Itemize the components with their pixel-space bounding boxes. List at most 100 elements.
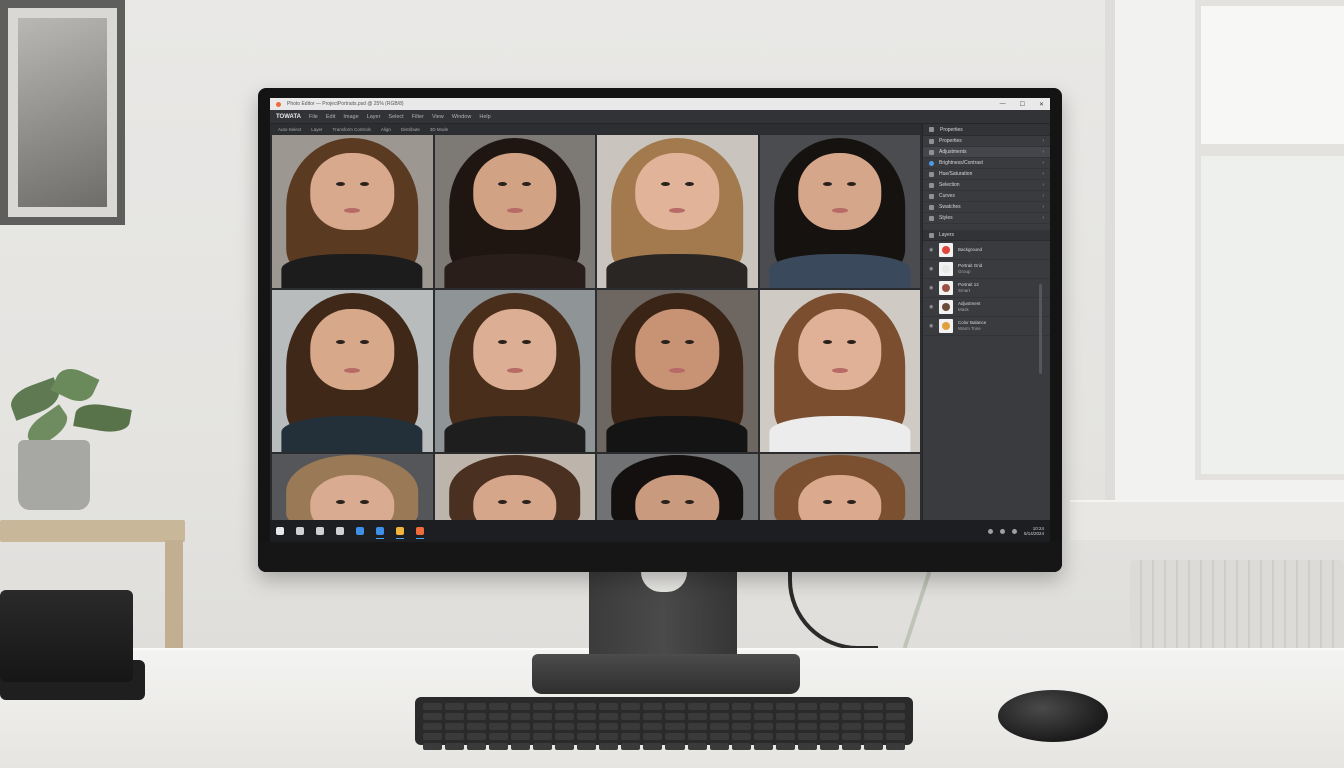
mail-icon[interactable] (376, 527, 384, 539)
menu-item-help[interactable]: Help (479, 114, 490, 120)
keyboard-key (467, 703, 487, 710)
portrait-lips (831, 367, 848, 373)
menu-item-file[interactable]: File (309, 114, 318, 120)
panel-scrollbar[interactable] (1039, 284, 1042, 374)
keyboard-key (863, 733, 883, 740)
keyboard-key (841, 723, 861, 730)
portrait-thumbnail[interactable] (434, 290, 595, 452)
layer-row[interactable]: ◉ Color Balance Warm Tone (923, 317, 1050, 336)
portrait-thumbnail[interactable] (597, 290, 758, 452)
keyboard-key (841, 743, 861, 750)
menu-item-filter[interactable]: Filter (412, 114, 424, 120)
menu-item-view[interactable]: View (432, 114, 444, 120)
portrait-thumbnail[interactable] (434, 454, 595, 520)
menu-item-select[interactable]: Select (388, 114, 403, 120)
volume-icon[interactable] (999, 528, 1005, 534)
layer-thumbnail-content (942, 303, 950, 311)
minimize-button[interactable]: — (1000, 101, 1006, 108)
layer-subtitle: Group (958, 269, 971, 274)
wall-picture (18, 18, 107, 207)
visibility-eye-icon[interactable]: ◉ (929, 247, 934, 253)
keyboard-key (533, 713, 553, 720)
panel-menu-icon[interactable] (929, 127, 934, 132)
keyboard-key (599, 743, 619, 750)
keyboard-key (885, 713, 905, 720)
portrait-thumbnail[interactable] (597, 135, 758, 288)
menu-item-layer[interactable]: Layer (367, 114, 381, 120)
portrait-thumbnail[interactable] (272, 454, 433, 520)
option-transform-controls[interactable]: Transform Controls (333, 127, 371, 132)
panel-row[interactable]: Styles › (923, 213, 1050, 224)
clock[interactable]: 10:24 5/14/2024 (1024, 526, 1044, 537)
portrait-thumbnail[interactable] (272, 290, 433, 452)
visibility-eye-icon[interactable]: ◉ (929, 266, 934, 272)
keyboard-key (467, 723, 487, 730)
portrait-thumbnail[interactable] (434, 135, 595, 288)
keyboard-key (423, 733, 443, 740)
keyboard-key (753, 703, 773, 710)
keyboard-key (709, 703, 729, 710)
network-icon[interactable] (987, 528, 993, 534)
panel-row[interactable]: Selection › (923, 180, 1050, 191)
taskbar: 10:24 5/14/2024 (270, 520, 1050, 542)
option-align[interactable]: Align (381, 127, 391, 132)
visibility-eye-icon[interactable]: ◉ (929, 304, 934, 310)
clock-date: 5/14/2024 (1023, 531, 1044, 536)
search-icon[interactable] (296, 527, 304, 535)
close-button[interactable]: ✕ (1039, 101, 1044, 108)
panel-rows: Properties › Adjustments › Brightness/Contra… (923, 136, 1050, 224)
panel-row[interactable]: Brightness/Contrast › (923, 158, 1050, 169)
visibility-eye-icon[interactable]: ◉ (929, 323, 934, 329)
portrait-thumbnail[interactable] (759, 454, 920, 520)
menu-item-window[interactable]: Window (452, 114, 472, 120)
portrait-face (798, 309, 882, 391)
maximize-button[interactable]: ☐ (1020, 101, 1025, 108)
photos-icon[interactable] (396, 527, 404, 539)
panel-row[interactable]: Swatches › (923, 202, 1050, 213)
menu-bar: TOWATA File Edit Image Layer Select Filt… (270, 110, 1050, 124)
portrait-thumbnail[interactable] (759, 290, 920, 452)
files-icon[interactable] (336, 527, 344, 535)
layer-row[interactable]: ◉ Background (923, 241, 1050, 260)
layer-thumbnail-content (942, 284, 950, 292)
panel-row[interactable]: Properties › (923, 136, 1050, 147)
option-auto-select[interactable]: Auto-Select (278, 127, 301, 132)
layers-header: Layers (923, 230, 1050, 241)
editor-icon[interactable] (416, 527, 424, 539)
keyboard-key (841, 703, 861, 710)
option-3d-mode[interactable]: 3D Mode (430, 127, 448, 132)
task-view-icon[interactable] (316, 527, 324, 535)
portrait-face (473, 153, 557, 230)
keyboard-key (753, 733, 773, 740)
keyboard-key (599, 733, 619, 740)
portrait-thumbnail[interactable] (597, 454, 758, 520)
keyboard-key (423, 743, 443, 750)
menu-item-edit[interactable]: Edit (326, 114, 335, 120)
layer-row[interactable]: ◉ Portrait 12 Smart (923, 279, 1050, 298)
window-title: Photo Editor — ProjectPortraits.psd @ 25… (287, 101, 404, 107)
layer-text: Portrait Grid Group (958, 263, 982, 274)
portrait-thumbnail[interactable] (272, 135, 433, 288)
panel-row[interactable]: Curves › (923, 191, 1050, 202)
keyboard-key (489, 713, 509, 720)
layer-thumbnail-content (942, 246, 950, 254)
keyboard-key (687, 723, 707, 730)
panel-row[interactable]: Hue/Saturation › (923, 169, 1050, 180)
layer-row[interactable]: ◉ Portrait Grid Group (923, 260, 1050, 279)
browser-icon[interactable] (356, 527, 364, 535)
layers-title: Layers (939, 232, 955, 238)
panel-row[interactable]: Adjustments › (923, 147, 1050, 158)
menu-item-image[interactable]: Image (343, 114, 358, 120)
keyboard-key (731, 723, 751, 730)
layer-row[interactable]: ◉ Adjustment Mask (923, 298, 1050, 317)
portrait-eye (660, 500, 670, 505)
option-distribute[interactable]: Distribute (401, 127, 420, 132)
visibility-eye-icon[interactable]: ◉ (929, 285, 934, 291)
start-icon[interactable] (276, 527, 284, 535)
battery-icon[interactable] (1011, 528, 1017, 534)
keyboard-key (445, 733, 465, 740)
portrait-thumbnail[interactable] (759, 135, 920, 288)
keyboard-key (775, 743, 795, 750)
option-layer[interactable]: Layer (311, 127, 322, 132)
keyboard-key (577, 703, 597, 710)
